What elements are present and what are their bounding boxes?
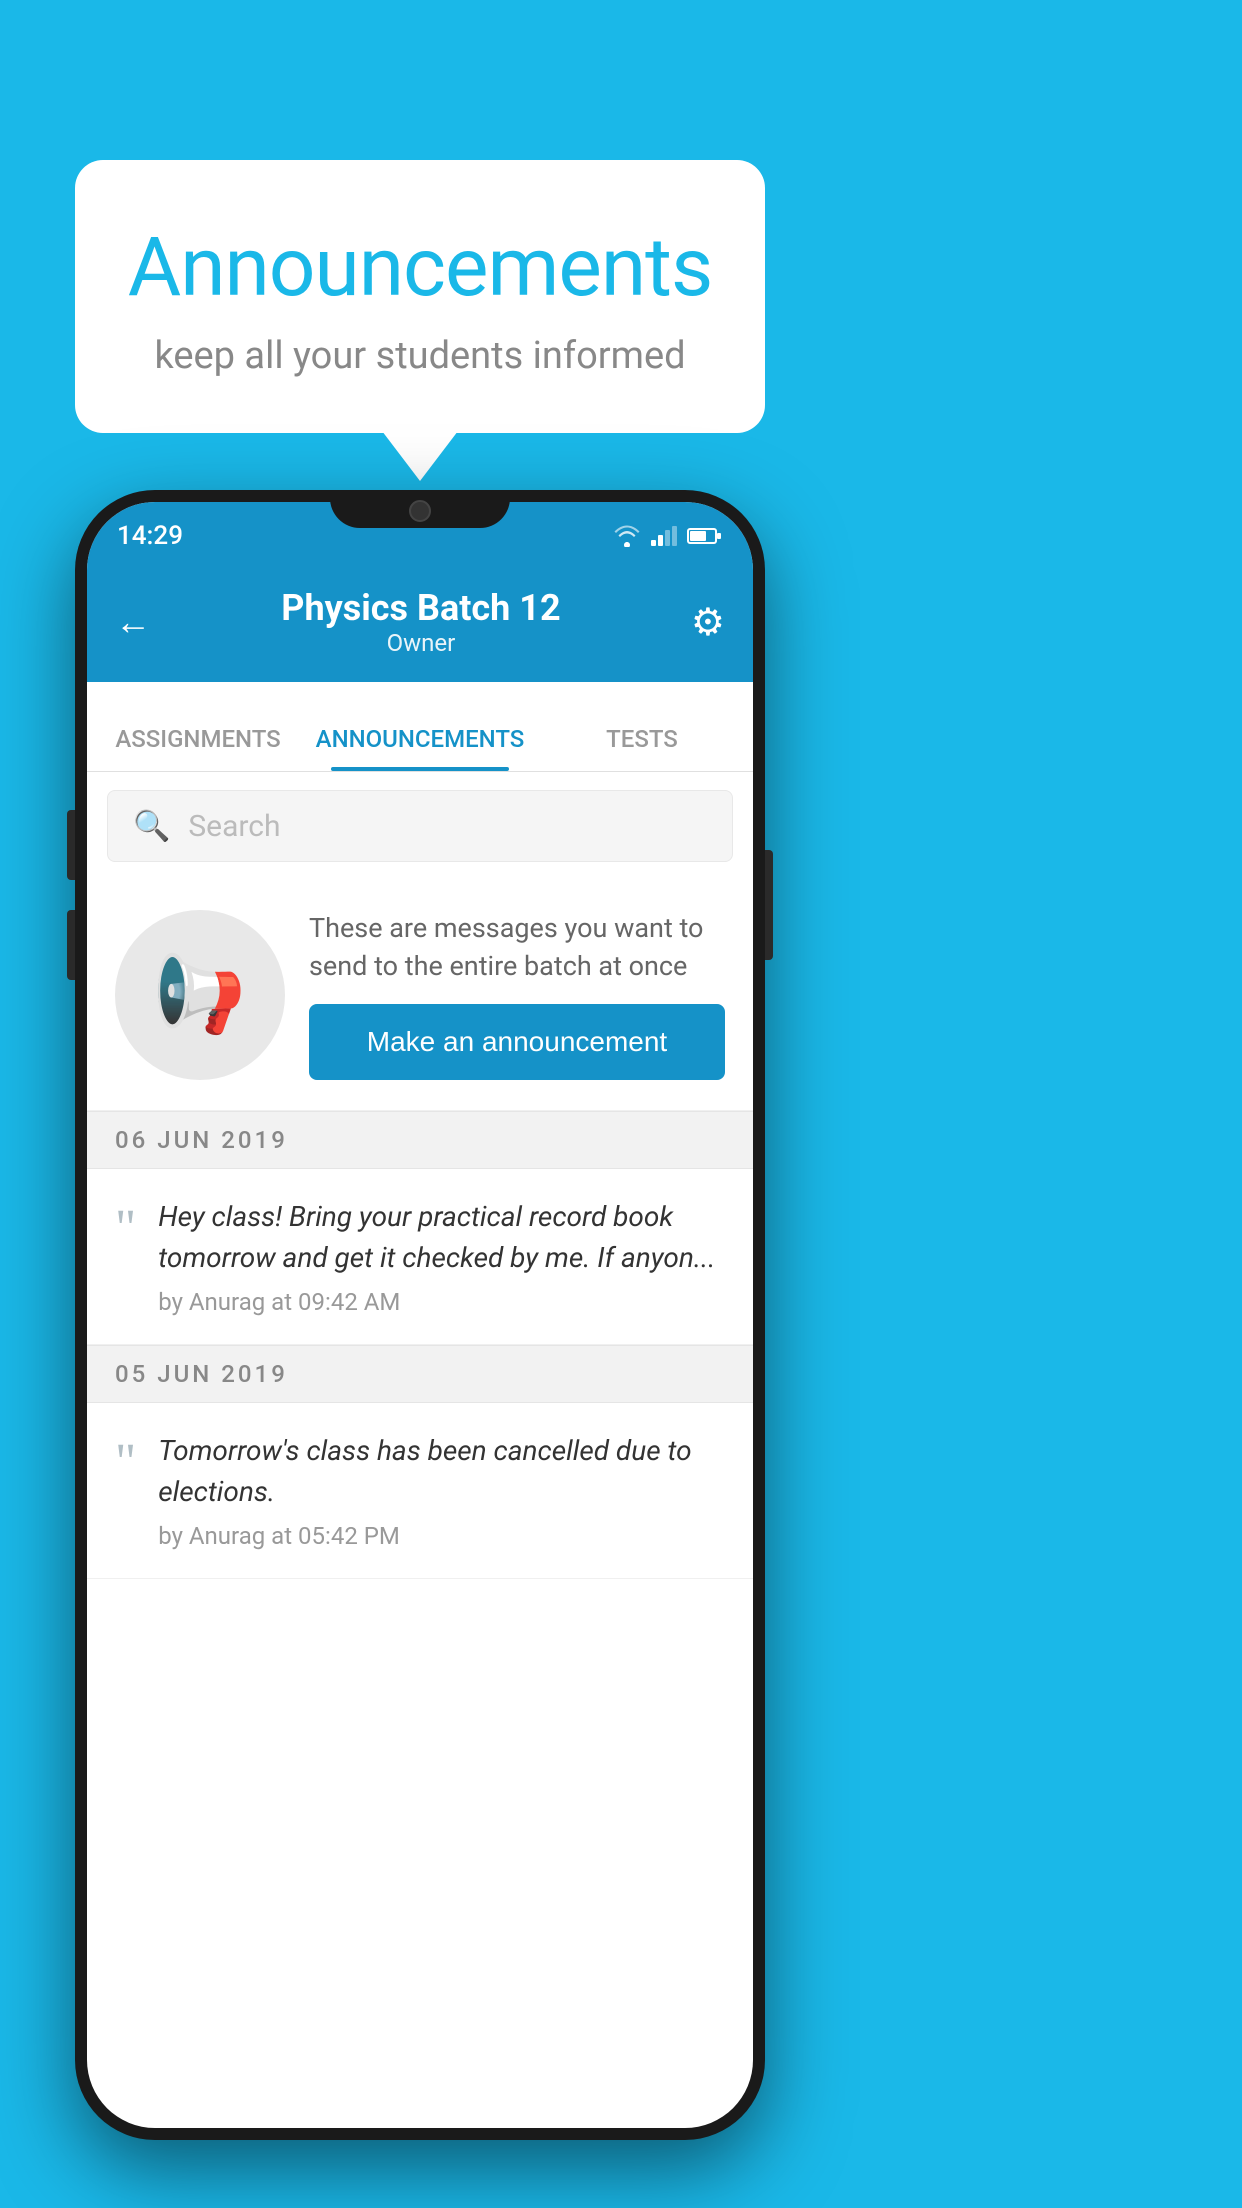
- promo-icon-circle: 📢: [115, 910, 285, 1080]
- signal-icon: [651, 526, 677, 546]
- announcement-item-1: " Hey class! Bring your practical record…: [87, 1169, 753, 1345]
- camera-dot: [409, 500, 431, 522]
- speech-bubble-container: Announcements keep all your students inf…: [75, 160, 765, 433]
- tabs-bar: ASSIGNMENTS ANNOUNCEMENTS TESTS: [87, 682, 753, 772]
- header-title-group: Physics Batch 12 Owner: [281, 587, 560, 657]
- speech-bubble: Announcements keep all your students inf…: [75, 160, 765, 433]
- phone-notch: [330, 490, 510, 528]
- megaphone-icon: 📢: [153, 951, 246, 1039]
- promo-right: These are messages you want to send to t…: [309, 910, 725, 1080]
- volume-down-button: [67, 910, 75, 980]
- phone-outer: 14:29: [75, 490, 765, 2140]
- tab-announcements[interactable]: ANNOUNCEMENTS: [309, 725, 531, 771]
- announcement-item-2: " Tomorrow's class has been cancelled du…: [87, 1403, 753, 1579]
- status-time: 14:29: [117, 521, 183, 551]
- make-announcement-button[interactable]: Make an announcement: [309, 1004, 725, 1080]
- search-bar[interactable]: 🔍 Search: [107, 790, 733, 862]
- speech-bubble-title: Announcements: [125, 220, 715, 316]
- announcement-promo: 📢 These are messages you want to send to…: [87, 880, 753, 1111]
- search-placeholder: Search: [188, 809, 280, 844]
- announcement-text-1: Hey class! Bring your practical record b…: [158, 1197, 725, 1278]
- tab-assignments[interactable]: ASSIGNMENTS: [87, 725, 309, 771]
- date-separator-2: 05 JUN 2019: [87, 1345, 753, 1403]
- announcement-text-2: Tomorrow's class has been cancelled due …: [158, 1431, 725, 1512]
- wifi-icon: [613, 525, 641, 547]
- battery-icon: [687, 527, 723, 545]
- announcement-content-2: Tomorrow's class has been cancelled due …: [158, 1431, 725, 1550]
- promo-text: These are messages you want to send to t…: [309, 910, 725, 986]
- speech-bubble-subtitle: keep all your students informed: [125, 334, 715, 378]
- phone-screen: 14:29: [87, 502, 753, 2128]
- announcement-content-1: Hey class! Bring your practical record b…: [158, 1197, 725, 1316]
- settings-icon[interactable]: ⚙: [691, 600, 725, 645]
- search-icon: 🔍: [133, 809, 170, 844]
- tab-tests[interactable]: TESTS: [531, 725, 753, 771]
- quote-icon-1: ": [115, 1203, 136, 1255]
- phone-container: 14:29: [75, 490, 765, 2140]
- volume-up-button: [67, 810, 75, 880]
- header-subtitle: Owner: [281, 629, 560, 657]
- date-separator-1: 06 JUN 2019: [87, 1111, 753, 1169]
- header-title: Physics Batch 12: [281, 587, 560, 629]
- app-header: ← Physics Batch 12 Owner ⚙: [87, 562, 753, 682]
- announcement-meta-1: by Anurag at 09:42 AM: [158, 1288, 725, 1316]
- announcement-meta-2: by Anurag at 05:42 PM: [158, 1522, 725, 1550]
- status-icons: [613, 525, 723, 547]
- search-bar-container: 🔍 Search: [87, 772, 753, 880]
- power-button: [765, 850, 773, 960]
- quote-icon-2: ": [115, 1437, 136, 1489]
- back-button[interactable]: ←: [115, 601, 151, 643]
